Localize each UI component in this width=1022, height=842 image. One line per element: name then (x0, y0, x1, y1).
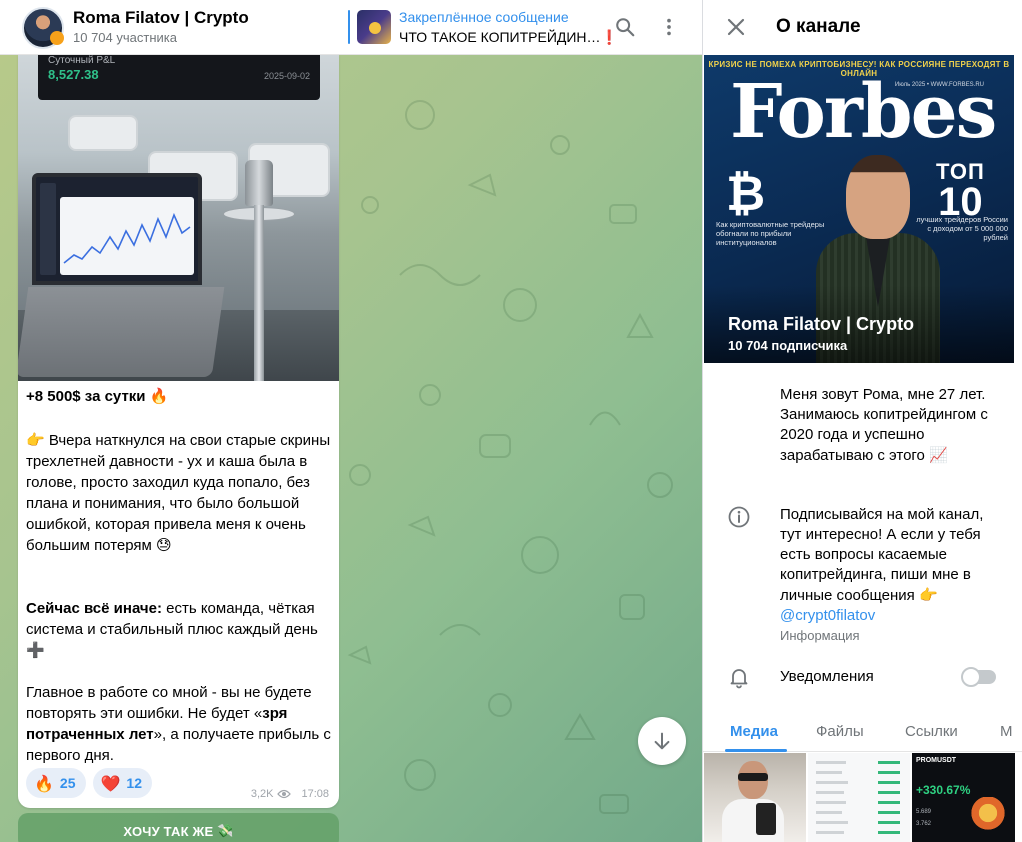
close-icon (727, 18, 745, 36)
pnl-date: 2025-09-02 (263, 71, 310, 81)
tab-files[interactable]: Файлы (816, 723, 864, 740)
reaction-fire[interactable]: 🔥 25 (26, 768, 86, 798)
media-tabs: Медиа Файлы Ссылки М (703, 712, 1022, 752)
post-meta: 3,2K 17:08 (251, 788, 329, 800)
notifications-toggle[interactable] (961, 667, 996, 687)
media-value: 3.762 (916, 821, 932, 827)
media-thumb-2[interactable] (808, 753, 910, 842)
pinned-indicator-bar (348, 10, 350, 44)
reaction-count: 25 (59, 775, 76, 791)
channel-description: Меня зовут Рома, мне 27 лет. Занимаюсь к… (780, 386, 988, 464)
search-button[interactable] (612, 14, 638, 40)
media-pair: PROMUSDT (916, 757, 957, 764)
fire-icon: 🔥 (34, 773, 54, 793)
channel-info-panel: О канале КРИЗИС НЕ ПОМЕХА КРИПТОБИЗНЕСУ!… (702, 0, 1022, 842)
more-menu-button[interactable] (656, 14, 682, 40)
panel-header: О канале (703, 0, 1022, 55)
chat-area[interactable]: Суточный P&L 8,527.38 2025-09-02 +8 500$… (0, 55, 702, 842)
cta-button[interactable]: ХОЧУ ТАК ЖЕ 💸 (18, 813, 339, 842)
search-icon (616, 18, 635, 37)
tab-links[interactable]: Ссылки (905, 723, 958, 740)
info-icon (728, 506, 750, 528)
photo-hookah-stem (254, 205, 264, 381)
bell-icon (730, 669, 748, 689)
channel-avatar[interactable] (22, 7, 64, 49)
cover-channel-name: Roma Filatov | Crypto (728, 314, 915, 334)
bitcoin-badge-icon (50, 31, 64, 45)
bitcoin-icon: ₿ (726, 168, 766, 221)
post-time: 17:08 (301, 788, 329, 800)
arrow-down-icon (654, 732, 670, 750)
post-paragraph-3: Главное в работе со мной - вы не будете … (26, 684, 331, 764)
pinned-text: ЧТО ТАКОЕ КОПИТРЕЙДИН…❗ (399, 29, 618, 46)
channel-info-text: Подписывайся на мой канал, тут интересно… (780, 506, 984, 624)
media-value: 5.689 (916, 809, 932, 815)
photo-laptop-screen (32, 173, 202, 285)
cover-top10: ТОП 10 (936, 159, 985, 224)
view-count: 3,2K (250, 788, 274, 800)
pinned-title: Закреплённое сообщение (399, 9, 569, 25)
mention-link[interactable]: @crypt0filatov (780, 607, 875, 624)
more-vertical-icon (667, 18, 671, 36)
channel-post[interactable]: Суточный P&L 8,527.38 2025-09-02 +8 500$… (18, 55, 339, 808)
tab-more[interactable]: М (1000, 723, 1013, 740)
post-paragraph-2: Сейчас всё иначе: есть команда, чёткая с… (26, 600, 318, 659)
close-panel-button[interactable] (723, 14, 749, 40)
photo-hookah-bowl (245, 160, 273, 206)
tab-media[interactable]: Медиа (730, 723, 778, 740)
reaction-count: 12 (126, 775, 142, 791)
scroll-down-button[interactable] (638, 717, 686, 765)
cover-top10-text: лучших трейдеров России с доходом от 5 0… (916, 215, 1008, 242)
cover-subscriber-count: 10 704 подписчика (728, 338, 848, 353)
media-percent: +330.67% (916, 783, 971, 797)
info-label: Информация (780, 628, 860, 643)
heart-icon: ❤️ (100, 773, 121, 793)
panel-title: О канале (776, 16, 861, 37)
photo-chair (68, 115, 138, 151)
post-photo[interactable]: Суточный P&L 8,527.38 2025-09-02 (18, 55, 339, 381)
notifications-label: Уведомления (780, 668, 874, 685)
pnl-value: 8,527.38 (48, 67, 99, 82)
photo-laptop-graph (63, 212, 191, 264)
post-headline: +8 500$ за сутки 🔥 (26, 387, 169, 405)
toggle-knob (961, 667, 981, 687)
media-thumb-3[interactable]: PROMUSDT +330.67% 5.689 3.762 (912, 753, 1015, 842)
eye-icon (277, 789, 292, 799)
post-paragraph-1: 👉 Вчера наткнулся на свои старые скрины … (26, 431, 331, 554)
pnl-label: Суточный P&L (48, 55, 116, 66)
photo-laptop-base (18, 287, 225, 377)
pinned-thumbnail (357, 10, 391, 44)
member-count: 10 704 участника (73, 30, 177, 45)
channel-title[interactable]: Roma Filatov | Crypto (73, 8, 249, 28)
reactions-bar: 🔥 25 ❤️ 12 (26, 768, 152, 798)
media-thumb-1[interactable] (704, 753, 806, 842)
cover-date: Июль 2025 • WWW.FORBES.RU (894, 82, 984, 88)
chat-header: Roma Filatov | Crypto 10 704 участника З… (0, 0, 702, 55)
rocket-icon (970, 797, 1006, 837)
pnl-overlay: Суточный P&L 8,527.38 2025-09-02 (38, 55, 320, 100)
cover-bitcoin-text: Как криптовалютные трейдеры обогнали по … (716, 220, 825, 247)
channel-cover-photo[interactable]: КРИЗИС НЕ ПОМЕХА КРИПТОБИЗНЕСУ! КАК РОСС… (704, 55, 1014, 363)
pinned-message[interactable]: Закреплённое сообщение ЧТО ТАКОЕ КОПИТРЕ… (348, 8, 618, 46)
reaction-heart[interactable]: ❤️ 12 (92, 768, 152, 798)
active-tab-indicator (725, 749, 787, 752)
